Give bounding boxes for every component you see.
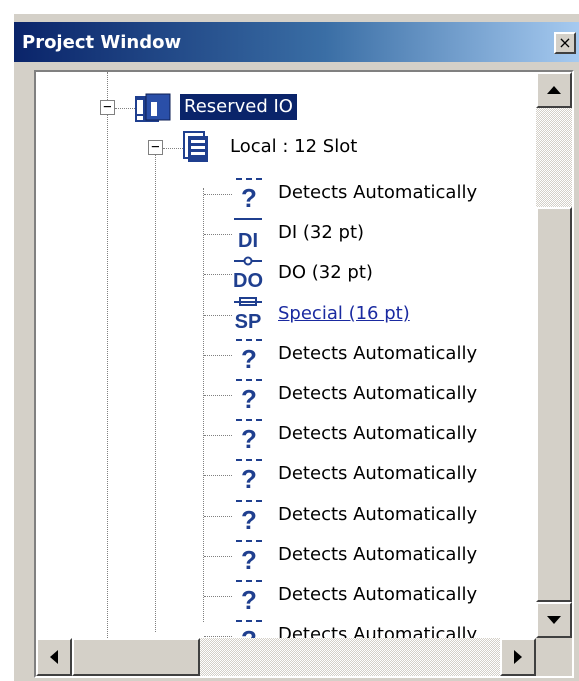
- tree-guide-line: [204, 355, 232, 356]
- svg-text:?: ?: [241, 545, 257, 574]
- minus-icon: −: [103, 99, 112, 115]
- do-module-icon: DO: [232, 256, 266, 296]
- tree-guide-line: [204, 435, 232, 436]
- collapse-toggle[interactable]: −: [100, 100, 115, 115]
- project-window: Project Window × − Reserved IO − Local:…: [14, 14, 579, 681]
- tree-node-label[interactable]: Detects Automatically: [274, 542, 481, 568]
- scroll-left-button[interactable]: [36, 638, 72, 676]
- svg-text:SP: SP: [235, 311, 262, 333]
- svg-text:?: ?: [241, 585, 257, 614]
- arrow-up-icon: [547, 86, 561, 94]
- sp-module-icon: SP: [232, 297, 266, 337]
- tree-guide-line: [204, 274, 232, 275]
- tree-node-label[interactable]: Reserved IO: [180, 94, 297, 120]
- scroll-up-button[interactable]: [536, 72, 572, 108]
- question-icon: ?: [232, 337, 266, 377]
- tree-node-label[interactable]: DO (32 pt): [274, 260, 377, 286]
- question-icon: ?: [232, 457, 266, 497]
- tree-guide-line: [204, 234, 232, 235]
- tree-guide-line: [204, 395, 232, 396]
- tree-guide-line: [155, 148, 156, 632]
- di-module-icon: DI: [232, 216, 266, 256]
- tree-guide-line: [204, 636, 232, 637]
- tree-node-label[interactable]: Detects Automatically: [274, 381, 481, 407]
- svg-text:?: ?: [241, 384, 257, 413]
- tree-guide-line: [204, 194, 232, 195]
- reserved-io-icon: [135, 93, 171, 122]
- vertical-scrollbar[interactable]: [536, 72, 572, 638]
- arrow-down-icon: [547, 616, 561, 624]
- question-icon: ?: [232, 377, 266, 417]
- svg-text:?: ?: [241, 424, 257, 453]
- title-bar[interactable]: Project Window ×: [14, 22, 579, 62]
- scrollbar-corner: [536, 638, 572, 676]
- tree-node-label[interactable]: DI (32 pt): [274, 220, 368, 246]
- tree-node-label[interactable]: Detects Automatically: [274, 582, 481, 608]
- question-icon: ?: [232, 578, 266, 618]
- tree-guide-line: [204, 315, 232, 316]
- close-button[interactable]: ×: [554, 32, 576, 54]
- question-icon: ?: [232, 538, 266, 578]
- svg-text:?: ?: [241, 625, 257, 638]
- tree-node-label[interactable]: Detects Automatically: [274, 341, 481, 367]
- window-title: Project Window: [22, 32, 182, 53]
- tree-node-label[interactable]: Detects Automatically: [274, 461, 481, 487]
- tree-guide-line: [204, 556, 232, 557]
- question-icon: ?: [232, 618, 266, 638]
- scroll-thumb[interactable]: [536, 207, 572, 602]
- local-base-icon: [183, 131, 208, 162]
- svg-text:?: ?: [241, 464, 257, 493]
- minus-icon: −: [151, 139, 160, 155]
- tree-guide-line: [204, 475, 232, 476]
- question-icon: ?: [232, 176, 266, 216]
- horizontal-scrollbar[interactable]: [36, 638, 536, 676]
- tree-node-label[interactable]: Detects Automatically: [274, 421, 481, 447]
- scroll-thumb[interactable]: [72, 638, 200, 676]
- svg-text:DO: DO: [233, 270, 263, 292]
- tree-node-label[interactable]: Detects Automatically: [274, 622, 481, 638]
- question-icon: ?: [232, 417, 266, 457]
- close-icon: ×: [558, 33, 572, 52]
- tree-node-label[interactable]: Special (16 pt): [274, 301, 414, 327]
- project-tree[interactable]: − Reserved IO − Local : 12 Slot ? Detect…: [36, 72, 536, 638]
- scroll-right-button[interactable]: [500, 638, 536, 676]
- svg-text:?: ?: [241, 183, 257, 212]
- tree-node-label[interactable]: Detects Automatically: [274, 502, 481, 528]
- collapse-toggle[interactable]: −: [148, 140, 163, 155]
- tree-guide-line: [204, 596, 232, 597]
- tree-guide-line: [204, 516, 232, 517]
- tree-guide-line: [107, 72, 108, 638]
- svg-text:?: ?: [241, 344, 257, 373]
- tree-node-label[interactable]: Detects Automatically: [274, 180, 481, 206]
- arrow-left-icon: [50, 650, 58, 664]
- arrow-right-icon: [514, 650, 522, 664]
- question-icon: ?: [232, 498, 266, 538]
- scroll-down-button[interactable]: [536, 602, 572, 638]
- svg-text:?: ?: [241, 505, 257, 534]
- svg-text:DI: DI: [238, 230, 258, 252]
- tree-frame: − Reserved IO − Local : 12 Slot ? Detect…: [34, 70, 574, 678]
- tree-node-label[interactable]: Local : 12 Slot: [226, 134, 361, 160]
